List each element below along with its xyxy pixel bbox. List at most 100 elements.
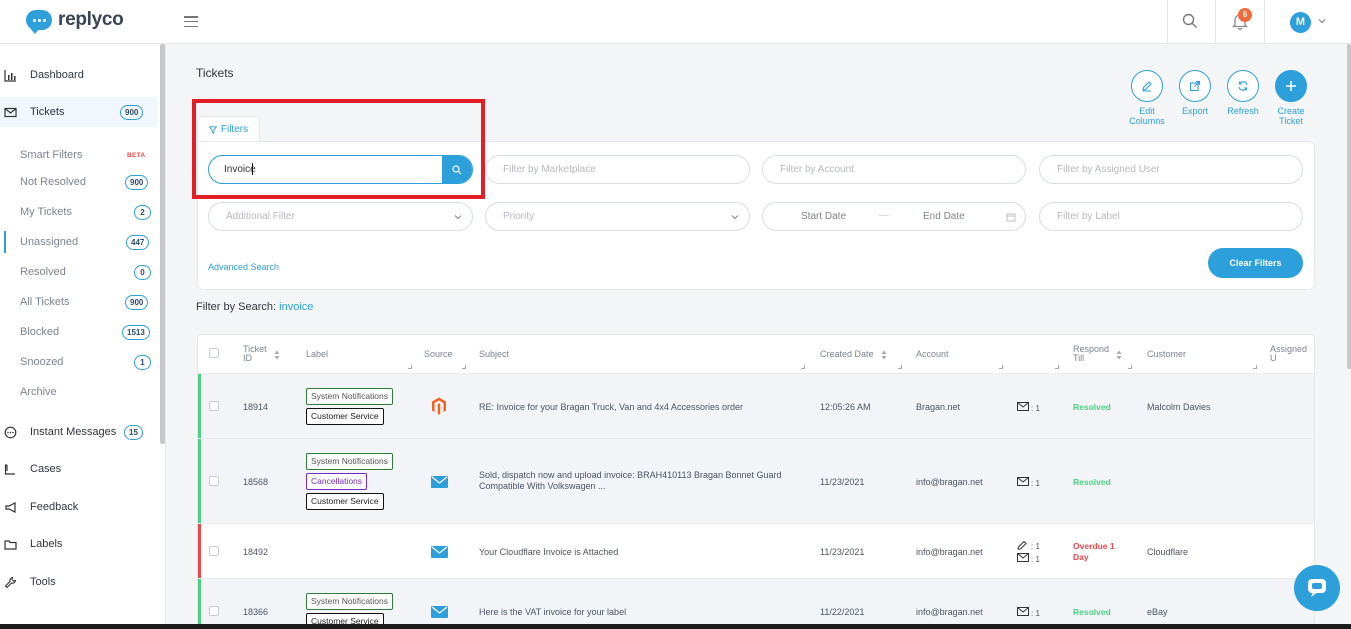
active-indicator [4, 231, 6, 253]
advanced-search-link[interactable]: Advanced Search [208, 262, 279, 272]
sidebar-item-all-tickets[interactable]: All Tickets 900 [0, 287, 158, 317]
sidebar-item-smart-filters[interactable]: Smart Filters BETA [0, 140, 158, 170]
bottom-edge [0, 624, 1351, 629]
sidebar-item-blocked[interactable]: Blocked 1513 [0, 317, 158, 347]
row-checkbox[interactable] [209, 401, 219, 411]
assigned-user-filter[interactable]: Filter by Assigned User [1039, 155, 1303, 184]
column-header-assigned-user[interactable]: Assigned U [1270, 335, 1314, 373]
table-row[interactable]: 18492 Your Cloudflare Invoice is Attache… [198, 524, 1314, 579]
column-header-label[interactable]: Label [306, 335, 328, 373]
calendar-icon[interactable] [1006, 212, 1016, 222]
column-resize-handle[interactable] [1055, 365, 1059, 369]
row-checkbox[interactable] [209, 476, 219, 486]
ticket-subject[interactable]: RE: Invoice for your Bragan Truck, Van a… [479, 402, 743, 412]
sidebar-item-feedback[interactable]: Feedback [0, 492, 158, 522]
sidebar-item-tickets[interactable]: Tickets 900 [0, 97, 158, 127]
label-tag[interactable]: Cancellations [306, 473, 368, 490]
create-ticket-button[interactable]: Create Ticket [1266, 70, 1316, 126]
sidebar-item-dashboard[interactable]: Dashboard [0, 60, 158, 90]
column-header-ticket-id[interactable]: Ticket ID [243, 335, 267, 373]
plus-icon [1286, 81, 1296, 91]
label-tag[interactable]: System Notifications [306, 593, 393, 610]
table-row[interactable]: 18366 System Notifications Customer Serv… [198, 579, 1314, 628]
sidebar-sub-label: All Tickets [20, 296, 70, 308]
column-header-account[interactable]: Account [916, 335, 949, 373]
column-resize-handle[interactable] [801, 365, 805, 369]
column-resize-handle[interactable] [462, 365, 466, 369]
hamburger-menu-icon[interactable] [184, 16, 198, 27]
sidebar-item-archive[interactable]: Archive [0, 377, 158, 407]
label-tag[interactable]: System Notifications [306, 453, 393, 470]
ticket-subject[interactable]: Here is the VAT invoice for your label [479, 607, 626, 617]
column-header-subject[interactable]: Subject [479, 335, 509, 373]
count-badge: 900 [125, 174, 149, 190]
column-resize-handle[interactable] [999, 365, 1003, 369]
column-resize-handle[interactable] [898, 365, 902, 369]
replyco-logo[interactable]: replyco [26, 9, 124, 34]
priority-select[interactable]: Priority [485, 202, 750, 231]
sidebar-item-cases[interactable]: Cases [0, 454, 158, 484]
column-header-respond-till[interactable]: Respond Till [1073, 335, 1109, 373]
sort-icon[interactable] [1116, 350, 1122, 360]
sort-icon[interactable] [274, 350, 280, 360]
sidebar-item-snoozed[interactable]: Snoozed 1 [0, 347, 158, 377]
ticket-subject[interactable]: Sold, dispatch now and upload invoice: B… [479, 470, 782, 492]
divider [1167, 0, 1168, 44]
row-checkbox[interactable] [209, 546, 219, 556]
label-filter[interactable]: Filter by Label [1039, 202, 1303, 231]
label-tag[interactable]: System Notifications [306, 388, 393, 405]
account: info@bragan.net [916, 477, 983, 487]
column-resize-handle[interactable] [1253, 365, 1257, 369]
ticket-subject[interactable]: Your Cloudflare Invoice is Attached [479, 547, 618, 557]
create-ticket-label-line1: Create [1277, 106, 1305, 116]
status-overdue: Overdue 1 Day [1073, 541, 1115, 563]
sidebar-item-not-resolved[interactable]: Not Resolved 900 [0, 167, 158, 197]
ticket-id[interactable]: 18914 [243, 402, 268, 412]
refresh-button[interactable]: Refresh [1218, 70, 1268, 116]
edit-columns-button[interactable]: Edit Columns [1122, 70, 1172, 126]
clear-filters-button[interactable]: Clear Filters [1208, 248, 1303, 278]
live-chat-button[interactable] [1294, 565, 1340, 611]
chevron-down-icon[interactable] [1318, 17, 1326, 25]
ticket-id[interactable]: 18568 [243, 477, 268, 487]
sidebar-item-resolved[interactable]: Resolved 0 [0, 257, 158, 287]
search-icon[interactable] [1182, 13, 1198, 29]
column-header-source[interactable]: Source [424, 335, 453, 373]
table-row[interactable]: 18568 System Notifications Cancellations… [198, 439, 1314, 524]
ticket-id[interactable]: 18366 [243, 607, 268, 617]
avatar[interactable]: M [1290, 12, 1311, 33]
row-checkbox[interactable] [209, 606, 219, 616]
sidebar-item-instant-messages[interactable]: Instant Messages 15 [0, 417, 158, 447]
create-ticket-label-line2: Ticket [1279, 116, 1303, 126]
label-tag[interactable]: Customer Service [306, 408, 384, 425]
main-scrollbar[interactable] [1347, 44, 1351, 369]
label-tag[interactable]: Customer Service [306, 493, 384, 510]
export-button[interactable]: Export [1170, 70, 1220, 116]
date-range-picker[interactable]: Start Date — End Date [762, 202, 1026, 231]
edit-columns-circle [1131, 70, 1163, 102]
sidebar-item-my-tickets[interactable]: My Tickets 2 [0, 197, 158, 227]
sidebar-item-labels[interactable]: Labels [0, 529, 158, 559]
ticket-subject-line2: Compatible With Volkswagen ... [479, 481, 606, 491]
table-row[interactable]: 18914 System Notifications Customer Serv… [198, 374, 1314, 439]
sidebar-item-label: Cases [30, 463, 62, 475]
sidebar-item-unassigned[interactable]: Unassigned 447 [0, 227, 158, 257]
sort-icon[interactable] [881, 350, 887, 360]
column-header-created-date[interactable]: Created Date [820, 335, 874, 373]
end-date-field[interactable]: End Date [923, 211, 965, 222]
account-filter[interactable]: Filter by Account [762, 155, 1026, 184]
marketplace-filter[interactable]: Filter by Marketplace [485, 155, 750, 184]
additional-filter-select[interactable]: Additional Filter [208, 202, 473, 231]
column-resize-handle[interactable] [1128, 365, 1132, 369]
start-date-field[interactable]: Start Date [801, 211, 846, 222]
sidebar-item-tools[interactable]: Tools [0, 567, 158, 597]
beta-badge: BETA [127, 151, 146, 159]
search-summary-query: invoice [279, 301, 314, 313]
column-resize-handle[interactable] [408, 365, 412, 369]
top-bar: replyco 6 M [0, 0, 1351, 44]
ticket-id[interactable]: 18492 [243, 547, 268, 557]
sidebar-scrollbar[interactable] [160, 44, 165, 444]
select-all-checkbox[interactable] [209, 348, 219, 358]
column-header-customer[interactable]: Customer [1147, 335, 1186, 373]
external-link-icon [1189, 80, 1201, 92]
